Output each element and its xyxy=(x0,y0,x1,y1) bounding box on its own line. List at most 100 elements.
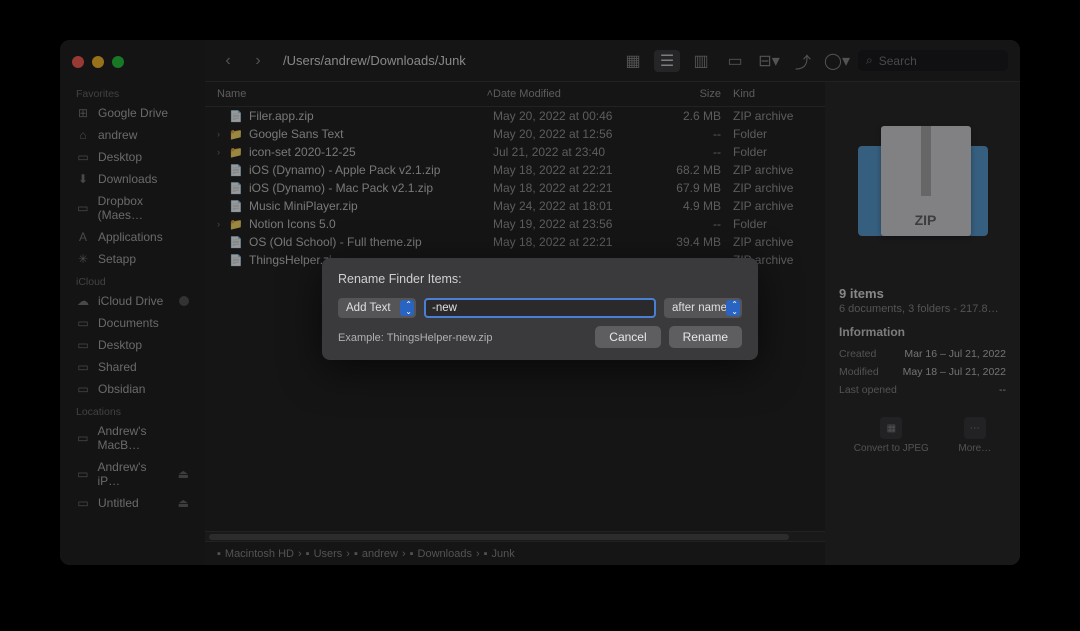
back-button[interactable]: ‹ xyxy=(217,50,239,72)
folder-icon: ▪ xyxy=(306,548,310,560)
sidebar-item[interactable]: ✳Setapp xyxy=(60,248,205,270)
selection-summary: 6 documents, 3 folders - 217.8… xyxy=(839,303,1006,315)
sidebar-item-label: Desktop xyxy=(98,150,142,164)
sidebar-item[interactable]: ⊞ Google Drive xyxy=(60,102,205,124)
file-row[interactable]: ›📁icon-set 2020-12-25Jul 21, 2022 at 23:… xyxy=(205,143,825,161)
file-row[interactable]: ›📁Notion Icons 5.0May 19, 2022 at 23:56-… xyxy=(205,215,825,233)
preview-panel: ZIP 9 items 6 documents, 3 folders - 217… xyxy=(825,82,1020,565)
sidebar-item-icon: ▭ xyxy=(76,338,90,352)
column-kind[interactable]: Kind xyxy=(733,88,813,100)
cancel-button[interactable]: Cancel xyxy=(595,326,660,348)
file-date: May 20, 2022 at 12:56 xyxy=(493,127,653,141)
rename-position-select[interactable]: after name⌃⌄ xyxy=(664,298,742,318)
sidebar-item[interactable]: ▭Untitled⏏ xyxy=(60,492,205,514)
breadcrumb-item[interactable]: ▪Junk xyxy=(484,548,515,560)
folder-icon: ▪ xyxy=(484,548,488,560)
file-date: May 18, 2022 at 22:21 xyxy=(493,163,653,177)
sidebar-item[interactable]: ▭Shared xyxy=(60,356,205,378)
sidebar-item[interactable]: ▭Obsidian xyxy=(60,378,205,400)
folder-icon: ▪ xyxy=(354,548,358,560)
view-list-button[interactable]: ☰ xyxy=(654,50,680,72)
close-window-button[interactable] xyxy=(72,56,84,68)
file-row[interactable]: ›📁Google Sans TextMay 20, 2022 at 12:56-… xyxy=(205,125,825,143)
zoom-window-button[interactable] xyxy=(112,56,124,68)
eject-icon[interactable]: ⏏ xyxy=(178,496,189,510)
breadcrumb-item[interactable]: ▪Users xyxy=(306,548,343,560)
eject-icon[interactable]: ⏏ xyxy=(178,467,189,481)
sidebar-item-label: Google Drive xyxy=(98,106,168,120)
sidebar-item-label: Andrew's iP… xyxy=(97,460,169,488)
file-date: May 18, 2022 at 22:21 xyxy=(493,235,653,249)
file-name: Google Sans Text xyxy=(249,127,493,141)
quick-action-convert[interactable]: ▦Convert to JPEG xyxy=(854,417,929,454)
sidebar-item-icon: ▭ xyxy=(76,150,90,164)
quick-action-more[interactable]: ⋯More… xyxy=(958,417,991,454)
file-icon: 📁 xyxy=(229,218,245,231)
file-size: 39.4 MB xyxy=(653,235,733,249)
rename-text-input[interactable] xyxy=(424,298,656,318)
sidebar-item-icon: ▭ xyxy=(76,431,89,445)
column-size[interactable]: Size xyxy=(653,88,733,100)
file-row[interactable]: 📄OS (Old School) - Full theme.zipMay 18,… xyxy=(205,233,825,251)
sidebar-item[interactable]: ▭Dropbox (Maes… xyxy=(60,190,205,226)
column-name[interactable]: Name˄ xyxy=(217,88,493,100)
sidebar-item-icon: ⬇ xyxy=(76,172,90,186)
progress-badge xyxy=(179,296,189,306)
share-button[interactable]: ⤴ xyxy=(790,50,816,72)
search-icon: ⌕ xyxy=(866,53,873,68)
disclosure-triangle[interactable]: › xyxy=(217,147,229,157)
column-headers: Name˄ Date Modified Size Kind xyxy=(205,82,825,107)
view-icons-button[interactable]: ▦ xyxy=(620,50,646,72)
sidebar-item-label: iCloud Drive xyxy=(98,294,163,308)
view-columns-button[interactable]: ▥ xyxy=(688,50,714,72)
file-icon: 📄 xyxy=(229,164,245,177)
breadcrumb-item[interactable]: ▪Downloads xyxy=(410,548,472,560)
breadcrumb-item[interactable]: ▪Macintosh HD xyxy=(217,548,294,560)
horizontal-scrollbar[interactable] xyxy=(205,531,825,541)
sidebar-item[interactable]: AApplications xyxy=(60,226,205,248)
sidebar-item-icon: ▭ xyxy=(76,360,90,374)
file-icon: 📁 xyxy=(229,146,245,159)
file-icon: 📄 xyxy=(229,200,245,213)
file-name: iOS (Dynamo) - Mac Pack v2.1.zip xyxy=(249,181,493,195)
sidebar-item[interactable]: ⬇Downloads xyxy=(60,168,205,190)
forward-button[interactable]: › xyxy=(247,50,269,72)
sidebar-item-icon: ⊞ xyxy=(76,106,90,120)
rename-mode-select[interactable]: Add Text⌃⌄ xyxy=(338,298,416,318)
disclosure-triangle[interactable]: › xyxy=(217,219,229,229)
sidebar-item[interactable]: ☁iCloud Drive xyxy=(60,290,205,312)
tags-button[interactable]: ◯▾ xyxy=(824,50,850,72)
file-name: Music MiniPlayer.zip xyxy=(249,199,493,213)
disclosure-triangle[interactable]: › xyxy=(217,129,229,139)
sidebar-item[interactable]: ⌂andrew xyxy=(60,124,205,146)
column-date[interactable]: Date Modified xyxy=(493,88,653,100)
file-icon: 📄 xyxy=(229,236,245,249)
sidebar-section-heading: Locations xyxy=(60,400,205,420)
file-date: May 18, 2022 at 22:21 xyxy=(493,181,653,195)
file-row[interactable]: 📄Filer.app.zipMay 20, 2022 at 00:462.6 M… xyxy=(205,107,825,125)
file-kind: ZIP archive xyxy=(733,163,813,177)
search-field[interactable]: ⌕ Search xyxy=(858,50,1008,71)
file-name: Filer.app.zip xyxy=(249,109,493,123)
toolbar: ‹ › /Users/andrew/Downloads/Junk ▦ ☰ ▥ ▭… xyxy=(205,40,1020,82)
file-size: 67.9 MB xyxy=(653,181,733,195)
sidebar-item[interactable]: ▭Documents xyxy=(60,312,205,334)
rename-button[interactable]: Rename xyxy=(669,326,742,348)
info-heading: Information xyxy=(839,325,1006,339)
view-gallery-button[interactable]: ▭ xyxy=(722,50,748,72)
sidebar-item[interactable]: ▭Desktop xyxy=(60,334,205,356)
preview-thumbnail: ZIP xyxy=(853,116,993,256)
sidebar-item[interactable]: ▭Andrew's iP…⏏ xyxy=(60,456,205,492)
file-kind: Folder xyxy=(733,217,813,231)
group-menu[interactable]: ⊟▾ xyxy=(756,50,782,72)
breadcrumb-item[interactable]: ▪andrew xyxy=(354,548,398,560)
file-kind: Folder xyxy=(733,127,813,141)
sidebar-item[interactable]: ▭ Desktop xyxy=(60,146,205,168)
file-row[interactable]: 📄iOS (Dynamo) - Apple Pack v2.1.zipMay 1… xyxy=(205,161,825,179)
file-row[interactable]: 📄iOS (Dynamo) - Mac Pack v2.1.zipMay 18,… xyxy=(205,179,825,197)
sidebar-item-label: Documents xyxy=(98,316,159,330)
sidebar-item[interactable]: ▭Andrew's MacB… xyxy=(60,420,205,456)
file-row[interactable]: 📄Music MiniPlayer.zipMay 24, 2022 at 18:… xyxy=(205,197,825,215)
file-kind: ZIP archive xyxy=(733,235,813,249)
minimize-window-button[interactable] xyxy=(92,56,104,68)
